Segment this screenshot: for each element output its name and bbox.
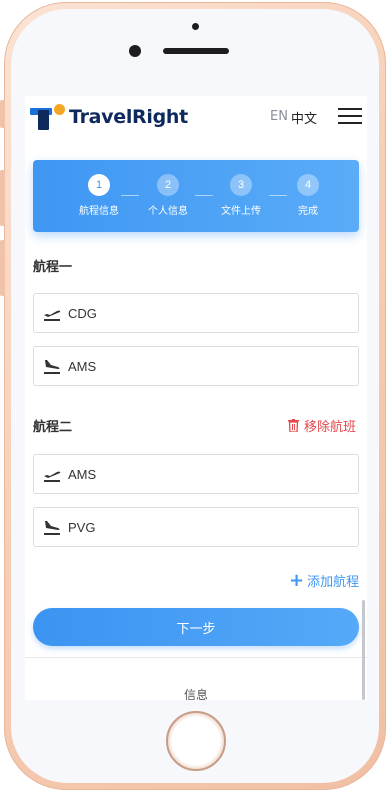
language-en-link[interactable]: EN (270, 109, 288, 124)
add-flight-label: 添加航程 (307, 575, 360, 590)
leg-2-arrival-field[interactable] (33, 507, 359, 547)
leg-1-arrival-field[interactable] (33, 346, 359, 386)
language-zh-link[interactable]: 中文 (291, 108, 317, 127)
next-step-button[interactable]: 下一步 (33, 608, 359, 646)
step-number: 2 (157, 174, 179, 196)
step-number: 3 (230, 174, 252, 196)
remove-flight-link[interactable]: 移除航班 (288, 416, 356, 435)
progress-stepper: 1 航程信息 2 个人信息 3 文件上传 4 完成 (33, 160, 359, 232)
leg-1-departure-field[interactable] (33, 293, 359, 333)
phone-home-button[interactable] (166, 711, 226, 771)
step-number: 1 (88, 174, 110, 196)
add-flight-link[interactable]: + 添加航程 (289, 571, 359, 590)
app-header: TravelRight EN 中文 (25, 96, 367, 138)
step-number: 4 (297, 174, 319, 196)
plane-takeoff-icon (44, 310, 61, 321)
phone-volume-down (0, 240, 5, 296)
travelright-logo-icon[interactable] (30, 104, 65, 132)
footer-divider (25, 657, 367, 658)
step-label: 航程信息 (79, 206, 119, 217)
scrollbar[interactable] (362, 600, 365, 700)
phone-speaker (163, 48, 229, 54)
phone-volume-up (0, 170, 5, 226)
leg-2-arrival-input[interactable] (68, 508, 348, 546)
phone-silent-switch (0, 100, 5, 128)
leg-1-title: 航程一 (33, 260, 73, 275)
footer-info-label[interactable]: 信息 (25, 686, 367, 700)
step-4: 4 完成 (273, 174, 343, 217)
step-3: 3 文件上传 (206, 174, 276, 217)
leg-1-arrival-input[interactable] (68, 347, 348, 385)
leg-2-departure-field[interactable] (33, 454, 359, 494)
plane-landing-icon (44, 360, 60, 374)
step-label: 个人信息 (148, 206, 188, 217)
plane-takeoff-icon (44, 471, 61, 482)
plane-landing-icon (44, 521, 60, 535)
remove-flight-label: 移除航班 (304, 420, 357, 435)
phone-camera (129, 45, 141, 57)
phone-sensor (192, 23, 199, 30)
hamburger-menu-icon[interactable] (338, 108, 362, 124)
step-2: 2 个人信息 (133, 174, 203, 217)
trash-icon (288, 419, 299, 432)
step-label: 完成 (298, 206, 318, 217)
leg-2-title: 航程二 (33, 420, 73, 435)
brand-name[interactable]: TravelRight (69, 106, 188, 128)
app-screen: TravelRight EN 中文 1 航程信息 2 个人信息 3 文件上传 4… (25, 96, 367, 700)
plus-icon: + (289, 569, 305, 591)
leg-1-departure-input[interactable] (68, 294, 348, 332)
step-label: 文件上传 (221, 206, 261, 217)
leg-2-departure-input[interactable] (68, 455, 348, 493)
